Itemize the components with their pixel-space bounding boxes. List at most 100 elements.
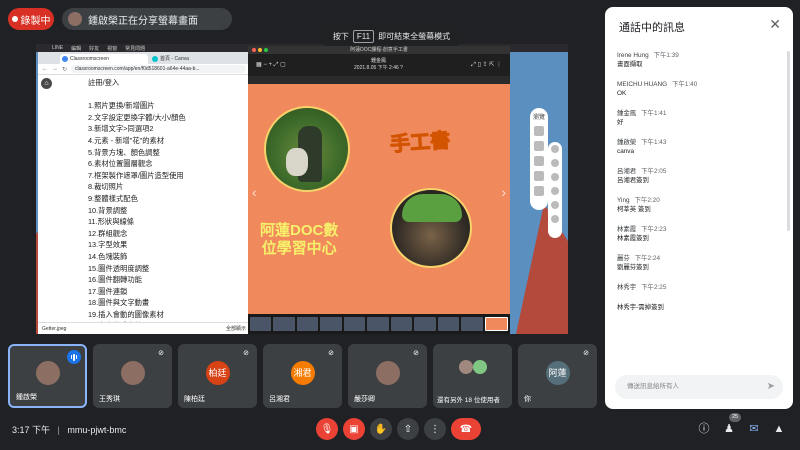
participant-tile[interactable]: 湘君 ⊘ 呂湘君: [263, 344, 342, 408]
send-icon[interactable]: ➤: [767, 375, 775, 399]
present-button[interactable]: ⇧: [397, 418, 419, 440]
tool-icon: [551, 201, 559, 209]
viewer-toolbar: ▦ − + ⤢ ▢ 鍾金鳳 2021.8.05 下午 2:46 ? ⤢ ▯ ⇪ …: [248, 54, 510, 76]
chat-message: 鍾金鳳 下午1:41 好: [617, 109, 781, 127]
camera-off-icon: ▣: [349, 423, 359, 435]
menubar-item: LINE: [52, 45, 64, 51]
meeting-details-button[interactable]: ⓘ: [696, 421, 712, 437]
photo-dog-with-frog-hat: [390, 188, 472, 268]
download-bar: Getter.jpeg 全部顯示: [38, 322, 250, 334]
chat-text: 畫面擷取: [617, 61, 643, 68]
meeting-info: 3:17 下午 | mmu-pjwt-bmc: [12, 425, 127, 435]
chat-message: 鍾啟榮 下午1:43 canva: [617, 138, 781, 156]
menubar-item: 常見問題: [125, 45, 146, 52]
browser-window: Classroomscreen 首頁 - Canva ← → ↻ classro…: [38, 52, 250, 334]
more-options-button[interactable]: ⋮: [424, 418, 446, 440]
image-viewer-window: 阿蓮DOC課程-創意手工書 ▦ − + ⤢ ▢ 鍾金鳳 2021.8.05 下午…: [248, 46, 510, 334]
camera-off-button[interactable]: ▣: [343, 418, 365, 440]
note-line: 4.元素 - 新增"花"的素材: [88, 135, 165, 145]
present-icon: ⇧: [403, 423, 413, 435]
mic-off-button[interactable]: 🎙: [316, 418, 338, 440]
chat-text: 柯莘英 簽到: [617, 206, 651, 213]
chat-message: 林秀宇 下午2:25: [617, 283, 781, 292]
chat-panel: 通話中的訊息 ✕ Irene Hung 下午1:39 畫面擷取 MEICHU HUAN…: [605, 7, 793, 409]
share-icon: ⤢ ▯ ⇪ ⇱ ⋮: [471, 62, 502, 68]
chat-message: 林素霞 下午2:23 林素霞簽到: [617, 225, 781, 243]
chat-messages: Irene Hung 下午1:39 畫面擷取 MEICHU HUANG 下午1:40 OK…: [617, 51, 781, 323]
browser-tab-canva: 首頁 - Canva: [150, 54, 238, 64]
reload-icon: ↻: [62, 66, 68, 73]
participant-tile[interactable]: 阿蓮 ⊘ 你: [518, 344, 597, 408]
participant-tile[interactable]: ⊘ 王秀琪: [93, 344, 172, 408]
chat-time: 下午2:24: [634, 255, 661, 262]
chat-text: OK: [617, 90, 627, 97]
tool-icon: [551, 173, 559, 181]
chat-time: 下午2:25: [641, 284, 667, 291]
browser-tab-classroomscreen: Classroomscreen: [60, 54, 148, 64]
chat-time: 下午2:20: [634, 197, 660, 204]
recording-badge[interactable]: 錄製中: [8, 8, 54, 30]
avatar: 柏廷: [205, 361, 230, 385]
mic-muted-icon: ⊘: [243, 350, 249, 357]
chat-sender: 林秀宇: [617, 284, 637, 291]
chat-input[interactable]: 傳送訊息給所有人 ➤: [615, 375, 783, 399]
chat-time: 下午2:05: [641, 168, 667, 175]
chat-button[interactable]: ✉: [746, 421, 762, 437]
note-line: 9.整體樣式配色: [88, 193, 138, 203]
chat-title: 通話中的訊息: [619, 22, 685, 34]
chat-sender: 林素霞: [617, 226, 637, 233]
participant-tile[interactable]: 鍾啟榮: [8, 344, 87, 408]
presentation-toolbar: 瀏覽: [530, 108, 548, 210]
note-line: [88, 89, 186, 101]
chat-text: 劉麗芬簽到: [617, 264, 649, 271]
window-traffic-lights: [252, 48, 268, 52]
chat-sender: Irene Hung: [617, 52, 649, 59]
participant-name: 鍾啟榮: [16, 394, 37, 401]
people-button[interactable]: ♟: [721, 421, 737, 437]
show-all-link: 全部顯示: [225, 326, 246, 332]
participant-tile[interactable]: ⊘ 嚴莎卿: [348, 344, 427, 408]
tool-icon: [534, 141, 544, 151]
participant-tile[interactable]: 還有另外 18 位使用者: [433, 344, 512, 408]
mic-muted-icon: ⊘: [328, 350, 334, 357]
note-line: 16.圖件翻轉功能: [88, 275, 142, 285]
f11-key: F11: [352, 29, 375, 43]
close-icon[interactable]: ✕: [769, 16, 781, 33]
note-line: 6.素材位置圖層觀念: [88, 159, 153, 169]
participant-name: 嚴莎卿: [354, 396, 375, 403]
chat-message: Irene Hung 下午1:39 畫面擷取: [617, 51, 781, 69]
tool-icon: [534, 156, 544, 166]
slide-subtitle: 阿蓮DOC數 位學習中心: [260, 222, 339, 257]
tool-icon: [534, 171, 544, 181]
note-line: 1.照片更換/新增圖片: [88, 101, 155, 111]
presenting-text: 鍾啟榮正在分享螢幕畫面: [88, 15, 198, 27]
participant-tile[interactable]: 柏廷 ⊘ 陳柏廷: [178, 344, 257, 408]
canva-slide: 手工書 阿蓮DOC數 位學習中心 ‹ ›: [248, 84, 510, 314]
slide-title: 手工書: [389, 129, 451, 157]
browse-label: 瀏覽: [532, 115, 545, 121]
chat-text: canva: [617, 148, 635, 155]
avatar: [375, 361, 400, 385]
participant-name: 還有另外 18 位使用者: [437, 397, 500, 404]
chat-sender: MEICHU HUANG: [617, 81, 668, 88]
mic-muted-icon: ⊘: [583, 350, 589, 357]
presenting-banner: 鍾啟榮正在分享螢幕畫面: [62, 8, 232, 30]
chat-text: 林秀宇-需掉簽到: [617, 304, 664, 311]
menubar-item: 編輯: [71, 45, 82, 52]
leave-call-button[interactable]: ☎: [451, 418, 481, 440]
photo-woman-with-bouquet: [264, 106, 350, 192]
tool-icon: [534, 186, 544, 196]
chat-time: 下午1:39: [653, 52, 679, 59]
note-line: 17.圖件連鎖: [88, 286, 128, 296]
note-line: 11.形狀與線條: [88, 217, 135, 227]
avatar: [35, 361, 60, 385]
recording-label: 錄製中: [20, 15, 51, 27]
avatar: 阿蓮: [545, 361, 570, 385]
activities-button[interactable]: ▲: [771, 421, 787, 437]
chat-scrollbar[interactable]: [787, 51, 790, 231]
chat-sender: 鍾金鳳: [617, 110, 637, 117]
menubar-item: 好友: [89, 45, 100, 52]
raise-hand-button[interactable]: ✋: [370, 418, 392, 440]
record-dot-icon: [11, 16, 18, 22]
browser-tabs: Classroomscreen 首頁 - Canva: [38, 52, 250, 64]
